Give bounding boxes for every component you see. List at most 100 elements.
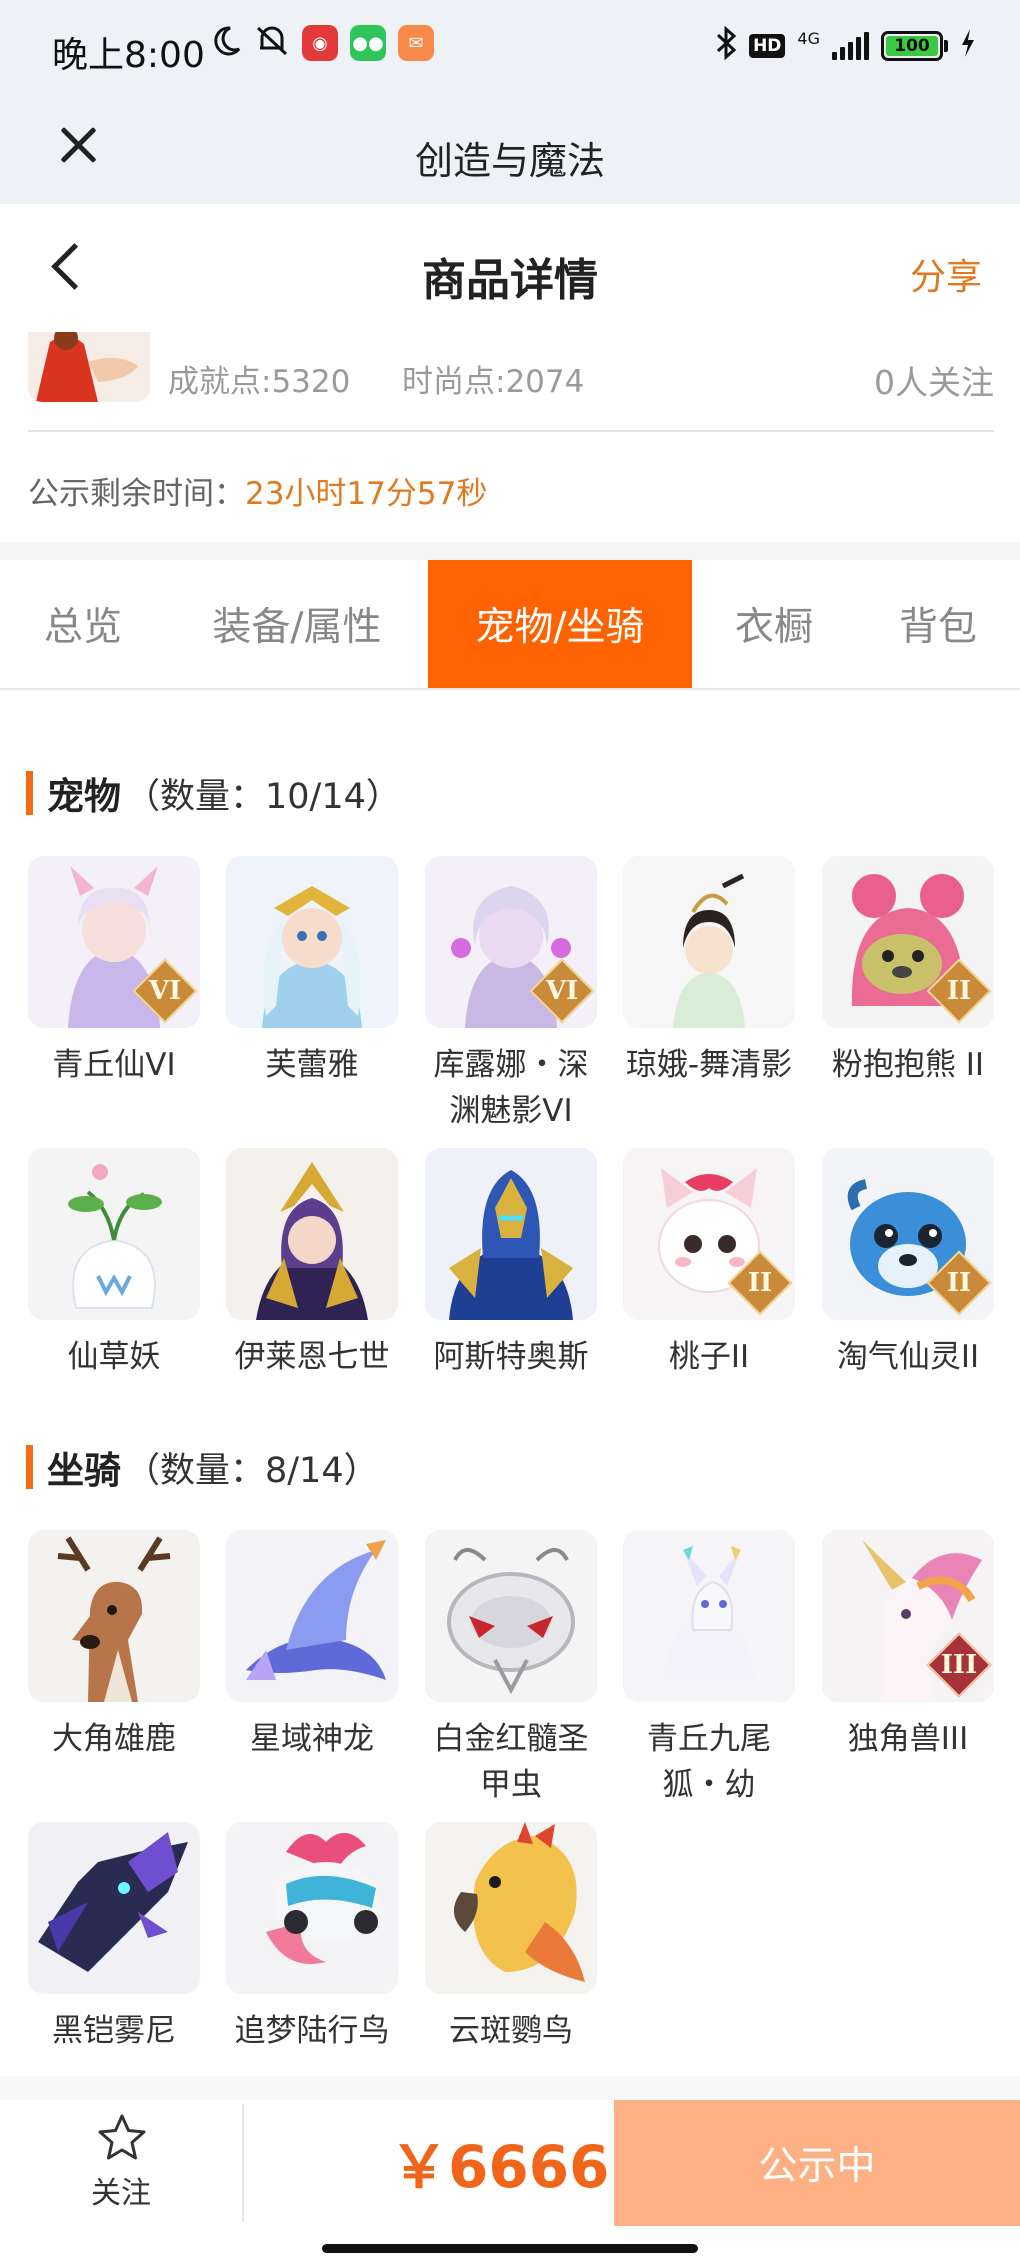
- mount-thumbnail: [226, 1822, 398, 1994]
- pet-item[interactable]: VI 库露娜・深渊魅影VI: [423, 856, 599, 1134]
- mounts-count: （数量：8/14）: [125, 1450, 379, 1491]
- price: ￥6666: [390, 2133, 610, 2201]
- mounts-section-title: 坐骑 （数量：8/14）: [26, 1440, 379, 1494]
- mount-thumbnail: [623, 1530, 795, 1702]
- pet-tier-badge: II: [946, 976, 972, 1006]
- mail-app-icon: ✉: [398, 25, 434, 61]
- mount-item[interactable]: III 独角兽III: [820, 1530, 996, 1762]
- pet-name: 淘气仙灵II: [836, 1339, 980, 1375]
- pets-section-title: 宠物 （数量：10/14）: [26, 766, 401, 820]
- mount-tier-badge: III: [940, 1650, 978, 1680]
- mount-name: 星域神龙: [250, 1721, 374, 1757]
- section-gap: [0, 2076, 1020, 2102]
- seller-info: 成就点:5320 时尚点:2074 0人关注 公示剩余时间：23小时17分57秒: [0, 332, 1020, 542]
- pet-tier-badge: VI: [148, 976, 182, 1006]
- pet-thumbnail: [226, 1148, 398, 1320]
- pet-thumbnail: [425, 1148, 597, 1320]
- avatar: [28, 332, 150, 402]
- moon-icon: [208, 24, 242, 62]
- pet-thumbnail: [226, 856, 398, 1028]
- pet-thumbnail: II: [822, 856, 994, 1028]
- mute-icon: [254, 24, 290, 62]
- tab-wardrobe[interactable]: 衣橱: [692, 560, 856, 688]
- mount-thumbnail: [425, 1530, 597, 1702]
- pet-thumbnail: [28, 1148, 200, 1320]
- status-bar: 晚上8:00 ◉ ●● ✉ HD 4G 100: [0, 0, 1020, 100]
- mount-name: 独角兽III: [847, 1721, 969, 1757]
- pet-item[interactable]: II 淘气仙灵II: [820, 1148, 996, 1380]
- pet-thumbnail: II: [623, 1148, 795, 1320]
- hd-badge: HD: [749, 34, 786, 58]
- pet-item[interactable]: 伊莱恩七世: [224, 1148, 400, 1380]
- app-bar: 创造与魔法: [0, 100, 1020, 204]
- mount-thumbnail: [28, 1530, 200, 1702]
- pets-title: 宠物: [47, 775, 121, 818]
- mount-item[interactable]: 星域神龙: [224, 1530, 400, 1762]
- pet-item[interactable]: II 桃子II: [621, 1148, 797, 1380]
- mount-item[interactable]: 追梦陆行鸟: [224, 1822, 400, 2054]
- pet-name: 桃子II: [668, 1339, 750, 1375]
- pet-thumbnail: [623, 856, 795, 1028]
- charging-icon: [960, 28, 976, 64]
- pet-tier-badge: II: [946, 1268, 972, 1298]
- mounts-title: 坐骑: [47, 1449, 121, 1492]
- network-type: 4G: [797, 28, 820, 48]
- section-gap: [0, 542, 1020, 560]
- tab-bar: 总览 装备/属性 宠物/坐骑 衣橱 背包: [0, 560, 1020, 690]
- achievement-points: 成就点:5320: [168, 364, 351, 400]
- pet-name: 仙草妖: [67, 1339, 161, 1375]
- divider: [242, 2104, 244, 2222]
- pet-item[interactable]: II 粉抱抱熊 II: [820, 856, 996, 1088]
- page-header: 商品详情 分享: [0, 204, 1020, 332]
- bluetooth-icon: [715, 25, 737, 66]
- mount-item[interactable]: 云斑鹦鸟: [423, 1822, 599, 2054]
- pet-name: 青丘仙VI: [52, 1047, 176, 1083]
- mount-name: 黑铠雾尼: [52, 2013, 176, 2049]
- pet-item[interactable]: 琼娥-舞清影: [621, 856, 797, 1088]
- pet-tier-badge: VI: [545, 976, 579, 1006]
- star-icon: [98, 2114, 146, 2160]
- countdown: 公示剩余时间：23小时17分57秒: [28, 468, 487, 513]
- tab-pets-mounts[interactable]: 宠物/坐骑: [428, 560, 692, 688]
- pet-name: 伊莱恩七世: [234, 1339, 390, 1375]
- tab-overview[interactable]: 总览: [0, 560, 166, 688]
- page-title: 商品详情: [422, 255, 598, 306]
- mount-thumbnail: III: [822, 1530, 994, 1702]
- system-nav-bar: [0, 2226, 1020, 2267]
- follow-button[interactable]: 关注: [0, 2100, 242, 2226]
- app-title: 创造与魔法: [414, 139, 605, 183]
- pet-name: 库露娜・深渊魅影VI: [433, 1047, 589, 1129]
- mount-item[interactable]: 黑铠雾尼: [26, 1822, 202, 2054]
- tab-equipment[interactable]: 装备/属性: [166, 560, 428, 688]
- share-button[interactable]: 分享: [910, 248, 982, 300]
- pet-name: 粉抱抱熊 II: [831, 1047, 985, 1083]
- mount-thumbnail: [28, 1822, 200, 1994]
- pet-name: 阿斯特奥斯: [433, 1339, 589, 1375]
- pet-tier-badge: II: [747, 1268, 773, 1298]
- pet-item[interactable]: VI 青丘仙VI: [26, 856, 202, 1088]
- pet-thumbnail: VI: [425, 856, 597, 1028]
- mount-name: 白金红髓圣甲虫: [433, 1721, 589, 1803]
- pet-thumbnail: II: [822, 1148, 994, 1320]
- mount-name: 追梦陆行鸟: [234, 2013, 390, 2049]
- pet-item[interactable]: 阿斯特奥斯: [423, 1148, 599, 1380]
- pet-item[interactable]: 芙蕾雅: [224, 856, 400, 1088]
- wechat-icon: ●●: [350, 25, 386, 61]
- pet-name: 琼娥-舞清影: [625, 1047, 793, 1083]
- mount-name: 云斑鹦鸟: [449, 2013, 573, 2049]
- pet-item[interactable]: 仙草妖: [26, 1148, 202, 1380]
- publicity-status-button[interactable]: 公示中: [614, 2100, 1020, 2226]
- tab-backpack[interactable]: 背包: [856, 560, 1020, 688]
- bottom-action-bar: 关注 ￥6666 公示中: [0, 2100, 1020, 2226]
- battery-level: 100: [886, 36, 938, 56]
- battery-icon: 100: [881, 31, 948, 61]
- mount-item[interactable]: 青丘九尾狐・幼: [621, 1530, 797, 1808]
- countdown-label: 公示剩余时间：: [28, 476, 245, 512]
- mount-item[interactable]: 白金红髓圣甲虫: [423, 1530, 599, 1808]
- mount-item[interactable]: 大角雄鹿: [26, 1530, 202, 1762]
- fashion-points: 时尚点:2074: [402, 364, 585, 400]
- home-indicator[interactable]: [322, 2244, 698, 2253]
- mount-thumbnail: [226, 1530, 398, 1702]
- status-time: 晚上8:00: [52, 35, 205, 76]
- pet-name: 芙蕾雅: [265, 1047, 359, 1083]
